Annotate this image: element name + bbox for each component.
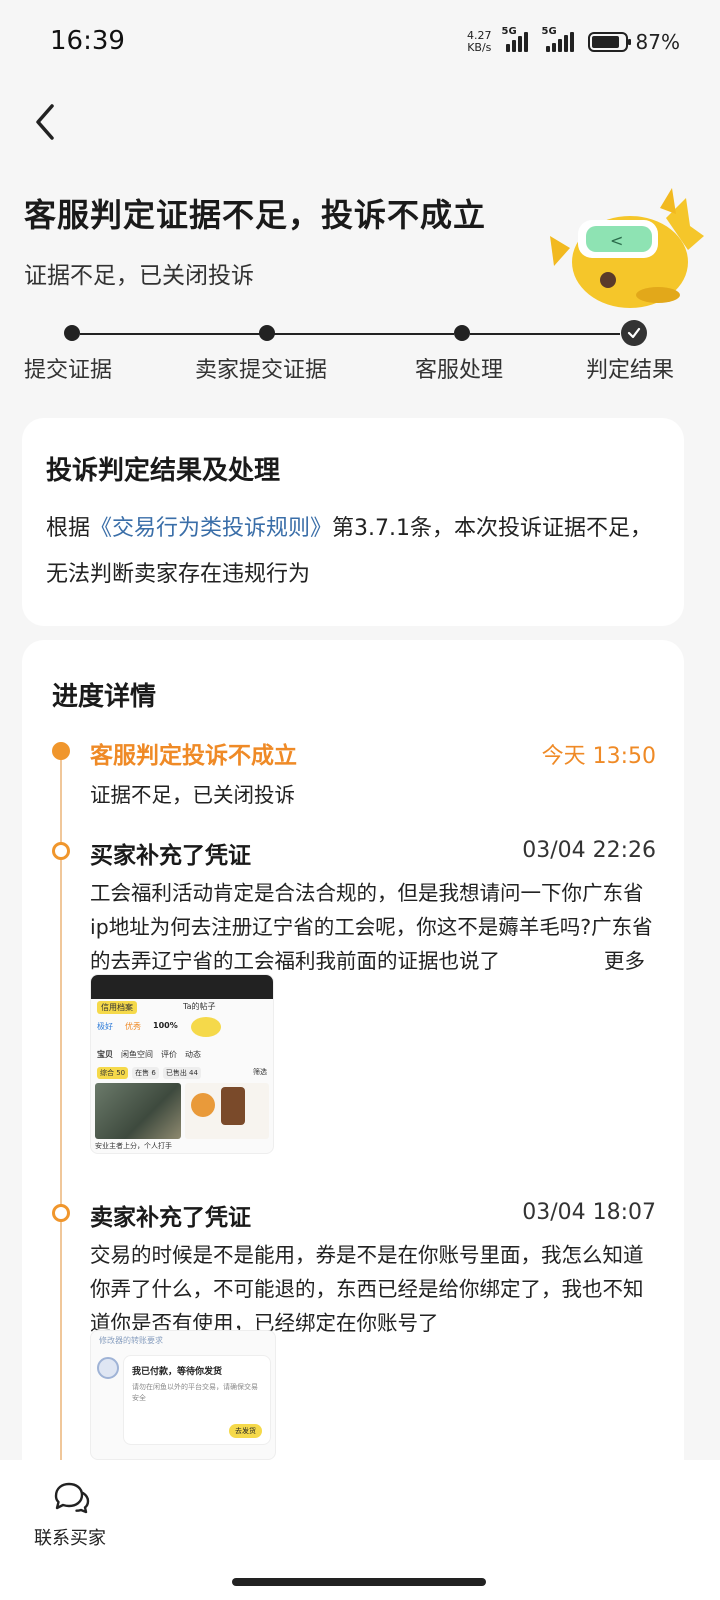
thumb-filter: 已售出 44 — [162, 1067, 201, 1079]
thumb2-msg-title: 我已付款，等待你发货 — [132, 1367, 223, 1377]
timeline-item-time: 03/04 22:26 — [522, 838, 656, 863]
result-card: 投诉判定结果及处理 根据《交易行为类投诉规则》第3.7.1条，本次投诉证据不足，… — [22, 418, 684, 626]
result-card-title: 投诉判定结果及处理 — [46, 456, 281, 486]
timeline-dot-active — [52, 742, 70, 760]
step-dot — [64, 325, 80, 341]
avatar — [97, 1357, 119, 1379]
timeline-item-text: 证据不足，已关闭投诉 — [90, 783, 295, 807]
timeline-line — [60, 752, 62, 1472]
thumb-seller: Ta的帖子 — [183, 1002, 216, 1011]
timeline-item-text: 工会福利活动肯定是合法合规的，但是我想请问一下你广东省ip地址为何去注册辽宁省的… — [90, 881, 653, 973]
chevron-left-icon — [36, 104, 54, 140]
thumb-filters: 综合 50 在售 6 已售出 44 — [97, 1067, 201, 1079]
contact-buyer-label: 联系买家 — [34, 1528, 106, 1549]
battery-percent: 87% — [635, 30, 680, 54]
step-label: 提交证据 — [24, 358, 113, 383]
result-card-body: 根据《交易行为类投诉规则》第3.7.1条，本次投诉证据不足，无法判断卖家存在违规… — [46, 506, 666, 598]
signal-1-label: 5G — [501, 26, 517, 37]
timeline-item-title: 卖家补充了凭证 — [90, 1205, 251, 1231]
back-button[interactable] — [30, 100, 70, 144]
bottom-bar: 联系买家 — [0, 1460, 720, 1600]
page-subtitle: 证据不足，已关闭投诉 — [24, 263, 254, 289]
battery-icon — [587, 32, 631, 52]
timeline-dot — [52, 842, 70, 860]
page-title: 客服判定证据不足，投诉不成立 — [24, 196, 487, 234]
battery-level — [591, 36, 620, 48]
signal-2-label: 5G — [541, 26, 557, 37]
timeline-item-title: 买家补充了凭证 — [90, 843, 251, 869]
thumb-rating: 100% — [153, 1021, 178, 1030]
step-connector — [80, 333, 260, 335]
status-time: 16:39 — [50, 26, 125, 56]
progress-title: 进度详情 — [52, 682, 157, 712]
signal-icon-2: 5G — [542, 26, 574, 52]
thumb-filter: 综合 50 — [97, 1067, 129, 1079]
fish-mascot-icon: < — [550, 188, 704, 308]
status-indicators: 4.27 KB/s 5G 5G 87% — [467, 26, 680, 58]
message-bubble: 我已付款，等待你发货 请勿在闲鱼以外的平台交易，请确保交易安全 去发货 — [123, 1355, 271, 1445]
thumb-product-image — [95, 1083, 181, 1139]
step-complete-check-icon — [621, 320, 647, 346]
thumb-rating: 优秀 — [125, 1022, 141, 1031]
step-connector — [274, 333, 454, 335]
thumb-tab-item: 宝贝 — [97, 1050, 113, 1059]
svg-text:<: < — [610, 231, 623, 250]
network-speed-unit: KB/s — [467, 41, 492, 54]
step-label: 卖家提交证据 — [195, 358, 328, 383]
thumb-tab-item: 评价 — [161, 1050, 177, 1059]
home-indicator[interactable] — [232, 1578, 486, 1586]
signal-icon-1: 5G — [502, 26, 528, 52]
thumb-filter: 在售 6 — [132, 1067, 159, 1079]
timeline-item-title: 客服判定投诉不成立 — [90, 743, 297, 769]
thumb2-msg-button: 去发货 — [229, 1424, 262, 1438]
timeline-dot — [52, 1204, 70, 1222]
contact-buyer-button[interactable]: 联系买家 — [30, 1480, 110, 1550]
thumb-tab-item: 闲鱼空间 — [121, 1050, 153, 1059]
thumb-mascot-icon — [191, 1017, 221, 1037]
timeline-item-time: 03/04 18:07 — [522, 1200, 656, 1225]
status-bar: 16:39 4.27 KB/s 5G 5G 87% — [0, 0, 720, 84]
chat-bubbles-icon — [54, 1482, 90, 1514]
thumb-tab: 信用档案 — [97, 1001, 137, 1014]
evidence-image-thumbnail[interactable]: 信用档案 Ta的帖子 极好 优秀 100% 宝贝 闲鱼空间 评价 动态 综合 5… — [90, 974, 274, 1154]
step-label: 判定结果 — [586, 358, 675, 383]
evidence-image-thumbnail[interactable]: 修改器的转账要求 我已付款，等待你发货 请勿在闲鱼以外的平台交易，请确保交易安全… — [90, 1330, 276, 1460]
rule-link[interactable]: 《交易行为类投诉规则》 — [90, 516, 332, 541]
thumb-filter-right: 筛选 — [253, 1068, 267, 1076]
thumb-rating: 极好 — [97, 1022, 113, 1031]
thumb-tabs: 宝贝 闲鱼空间 评价 动态 — [97, 1049, 201, 1060]
timeline-item-time: 今天 13:50 — [541, 744, 656, 769]
result-body-prefix: 根据 — [46, 516, 91, 541]
thumb-caption: 安业主者上分，个人打手 — [95, 1142, 172, 1150]
network-speed: 4.27 KB/s — [467, 30, 492, 54]
step-dot — [454, 325, 470, 341]
thumb2-top-text: 修改器的转账要求 — [99, 1336, 163, 1345]
timeline-item-text: 交易的时候是不是能用，券是不是在你账号里面，我怎么知道你弄了什么，不可能退的，东… — [90, 1243, 644, 1335]
step-dot — [259, 325, 275, 341]
thumb-product-image — [185, 1083, 269, 1139]
progress-stepper: 提交证据 卖家提交证据 客服处理 判定结果 — [24, 318, 696, 388]
thumb2-msg-body: 请勿在闲鱼以外的平台交易，请确保交易安全 — [132, 1383, 258, 1402]
progress-card: 进度详情 客服判定投诉不成立 今天 13:50 证据不足，已关闭投诉 买家补充了… — [22, 640, 684, 1472]
more-link[interactable]: 更多 — [594, 944, 645, 978]
step-label: 客服处理 — [415, 358, 504, 383]
thumb-top-strip — [91, 975, 273, 999]
step-connector — [470, 333, 620, 335]
thumb-tab-item: 动态 — [185, 1050, 201, 1059]
